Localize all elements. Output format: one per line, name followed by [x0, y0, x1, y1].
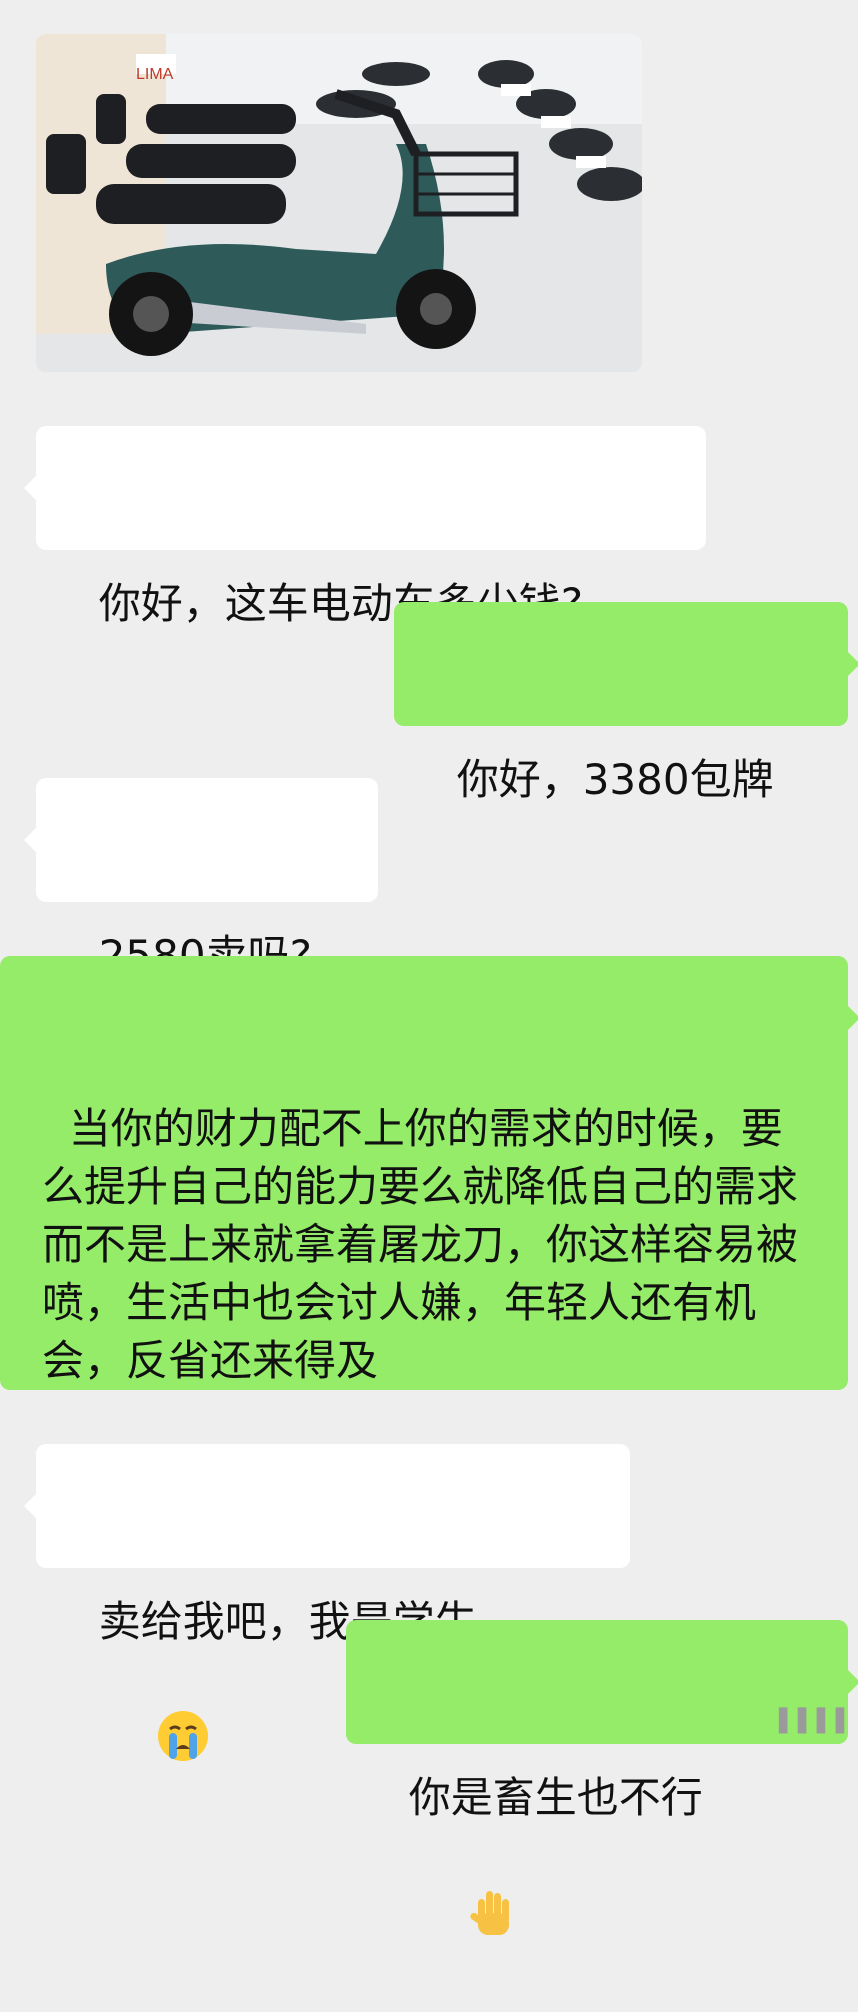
message-bubble-outgoing[interactable]: 当你的财力配不上你的需求的时候，要么提升自己的能力要么就降低自己的需求 而不是上…	[0, 956, 858, 1390]
message-bubble-incoming[interactable]: 2580卖吗?	[24, 778, 378, 980]
message-bubble-outgoing[interactable]: 你好，3380包牌	[394, 602, 858, 804]
image-message-scooters[interactable]: LIMA	[36, 34, 642, 372]
bubble-tail	[848, 1670, 858, 1694]
lima-sign: LIMA	[136, 66, 174, 83]
bubble-tail	[24, 828, 36, 852]
bubble-tail	[848, 1006, 858, 1030]
message-text: 当你的财力配不上你的需求的时候，要么提升自己的能力要么就降低自己的需求 而不是上…	[42, 1104, 812, 1385]
message-text: 你好，3380包牌	[456, 755, 774, 804]
message-text: 你是畜生也不行	[408, 1773, 703, 1822]
scooter-showroom-photo: LIMA	[36, 34, 642, 372]
bubble-tail	[848, 652, 858, 676]
message-bubble-incoming[interactable]: 卖给我吧，我是学生	[24, 1444, 630, 1761]
bubble-tail	[24, 1494, 36, 1518]
raised-hand-icon	[413, 1827, 520, 2012]
message-bubble-incoming[interactable]: 你好，这车电动车多少钱?	[24, 426, 706, 628]
watermark: ▐▐▐▐	[770, 1709, 846, 1734]
crying-face-icon	[103, 1651, 210, 1836]
bubble-tail	[24, 476, 36, 500]
